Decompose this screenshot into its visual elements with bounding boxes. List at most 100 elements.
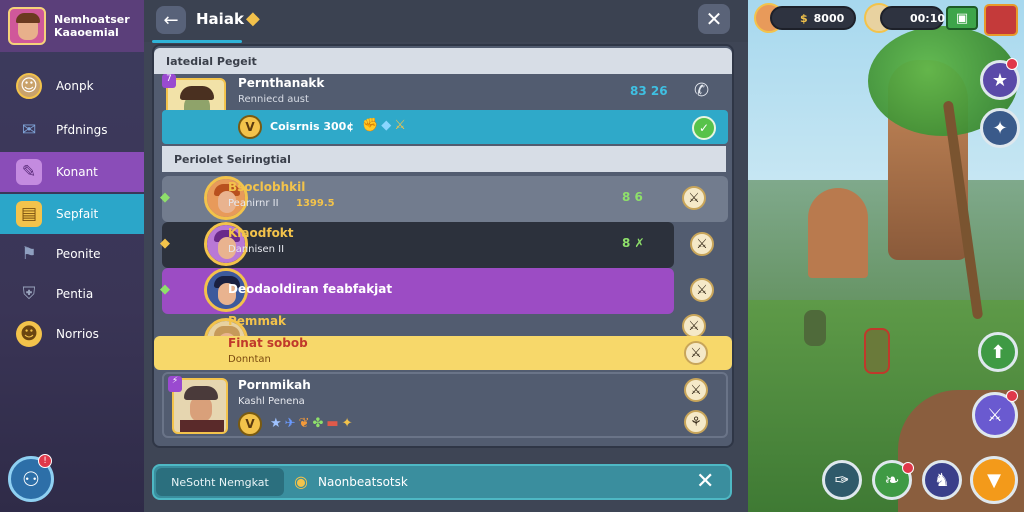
build-button[interactable]: ⬆ [978, 332, 1018, 372]
page-title: Haiak [196, 10, 244, 28]
sword-icon: ⚔ [986, 404, 1004, 426]
panel-header: ← Haiak ◆ ✕ [144, 0, 748, 43]
rank-arrow-icon: ◆ [160, 190, 170, 205]
friend-name: Pornmikah [238, 378, 311, 392]
warrior-character[interactable] [864, 328, 890, 374]
notification-badge: ! [38, 454, 52, 468]
friend-status: 8 6 [622, 190, 643, 204]
friend-name: Bsoclobhkil [228, 180, 306, 194]
friend-stat: 1399.5 [296, 198, 335, 209]
pending-request-row: 7 Pernthanakk Renniecd aust 83 26 ✆ V Co… [162, 74, 728, 144]
crossed-swords-icon: ⚔ [688, 318, 700, 334]
envelope-icon: ✉ [21, 120, 37, 140]
player-profile[interactable]: Nemhoatser Kaaoemial [0, 0, 144, 52]
friend-sub: Donntan [228, 354, 271, 365]
swords-button[interactable]: ⚔ [682, 314, 706, 338]
coin-counter: $ 8000 [770, 6, 856, 30]
sword-icon: ⚔ [394, 118, 409, 133]
skill-button-3[interactable]: ♞ [922, 460, 962, 500]
sidebar-item-pentia[interactable]: ⛨ Pentia [0, 274, 144, 314]
player-name: Nemhoatser [54, 13, 130, 26]
shield-icon: ⛨ [22, 284, 36, 304]
dismiss-button[interactable]: ✕ [696, 469, 714, 494]
crossed-swords-icon: ⚔ [696, 236, 708, 252]
friend-status: 8 ✗ [622, 236, 645, 250]
notification-dot [902, 462, 914, 474]
coin-icon: $ [800, 11, 808, 25]
boot-icon: ♞ [933, 469, 951, 491]
friend-name: Finat sobob [228, 336, 308, 350]
gift-button[interactable]: ⚘ [684, 410, 708, 434]
accept-button[interactable]: ✓ [692, 116, 716, 140]
swords-button[interactable]: ⚔ [690, 232, 714, 256]
rank-badge: 7 [162, 74, 176, 88]
swords-button[interactable]: ⚔ [690, 278, 714, 302]
crossed-swords-icon: ⚔ [696, 282, 708, 298]
fist-icon: ✊ [362, 118, 382, 133]
secondary-button[interactable]: NeSotht Nemgkat [156, 468, 284, 496]
add-friend-icon: ⚇ [22, 467, 40, 491]
sidebar-item-aonpk[interactable]: ☺ Aonpk [0, 66, 144, 106]
temple-tower [808, 188, 868, 278]
gold-badge-icon: ☻ [16, 321, 42, 347]
close-button[interactable]: ✕ [698, 4, 730, 34]
main-action-button[interactable]: ▼ [970, 456, 1018, 504]
goblin-character[interactable] [804, 310, 826, 346]
person-icon: ☺ [16, 73, 42, 99]
list-item[interactable]: ◆ Bsoclobhkil Peanirnr II 1399.5 8 6 ⚔ [160, 176, 728, 222]
active-tab-indicator [152, 40, 242, 43]
back-button[interactable]: ← [156, 6, 186, 34]
swords-button[interactable]: ⚔ [682, 186, 706, 210]
list-item[interactable]: ◆ Deodaoldiran feabfakjat [160, 268, 674, 314]
pending-time: 83 26 [630, 84, 668, 98]
back-arrow-icon: ← [163, 9, 179, 31]
star-icon: ★ [991, 69, 1009, 91]
pending-action-bar[interactable]: V Coisrnis 300¢ ✊◆⚔ ✓ [162, 110, 728, 144]
inventory-button[interactable]: ▣ [946, 6, 978, 30]
sidebar-item-peonite[interactable]: ⚑ Peonite [0, 234, 144, 274]
list-item[interactable]: ◆ Klaodfokt Dannisen II 8 ✗ [160, 222, 674, 268]
friends-panel: ← Haiak ◆ ✕ Iatedial Pegeit 7 Pernthanak… [144, 0, 748, 512]
list-item[interactable]: ⚡ Pornmikah Kashl Penena V ★✈❦✤▬✦ ⚔ ⚘ [162, 372, 728, 438]
swords-button[interactable]: ⚔ [684, 341, 708, 365]
hammer-icon: ⬆ [990, 341, 1006, 363]
friend-name: Deodaoldiran feabfakjat [228, 282, 393, 296]
rank-badge: ⚡ [168, 376, 182, 392]
crossed-swords-icon: ⚔ [690, 345, 702, 361]
left-sidebar: Nemhoatser Kaaoemial ☺ Aonpk ✉ Pfdnings … [0, 0, 144, 512]
coin-icon: V [238, 412, 262, 436]
quill-icon: ✎ [16, 159, 42, 185]
list-item-highlighted[interactable]: Finat sobob Donntan ⚔ [154, 336, 732, 370]
flag-icon: ⚑ [21, 244, 37, 264]
close-icon: ✕ [705, 7, 723, 31]
sidebar-item-sepfait[interactable]: ▤ Sepfait [0, 194, 144, 234]
bottom-action-bar: NeSotht Nemgkat ◉ Naonbeatsotsk ✕ [152, 464, 732, 500]
notification-dot [1006, 58, 1018, 70]
sidebar-item-norrios[interactable]: ☻ Norrios [0, 314, 144, 354]
sidebar-item-konant[interactable]: ✎ Konant [0, 152, 144, 192]
compass-icon: ✦ [992, 117, 1008, 139]
compass-button[interactable]: ✦ [980, 108, 1020, 148]
rank-arrow-icon: ◆ [160, 236, 170, 251]
player-subtitle: Kaaoemial [54, 26, 119, 39]
reward-icons: ✊◆⚔ [362, 118, 409, 133]
pending-sub: Renniecd aust [238, 94, 309, 105]
item-icons: ★✈❦✤▬✦ [270, 416, 356, 431]
chest-icon: ▤ [16, 201, 42, 227]
sidebar-item-pfdnings[interactable]: ✉ Pfdnings [0, 110, 144, 150]
skill-button-1[interactable]: ✑ [822, 460, 862, 500]
notification-dot [1006, 390, 1018, 402]
call-icon[interactable]: ✆ [694, 80, 709, 101]
friend-sub: Dannisen II [228, 244, 285, 255]
crossed-swords-icon: ⚔ [690, 382, 702, 398]
distant-hills [748, 180, 1024, 320]
timer: 00:10 [880, 6, 945, 30]
crystal-icon: ◆ [381, 118, 395, 133]
opponent-avatar[interactable] [984, 4, 1018, 36]
friend-sub: Peanirnr II [228, 198, 279, 209]
swords-button[interactable]: ⚔ [684, 378, 708, 402]
check-icon: ✓ [698, 121, 710, 135]
pending-name: Pernthanakk [238, 76, 325, 90]
shield-down-icon: ▼ [987, 469, 1001, 491]
section-header-pending: Iatedial Pegeit [154, 48, 732, 74]
